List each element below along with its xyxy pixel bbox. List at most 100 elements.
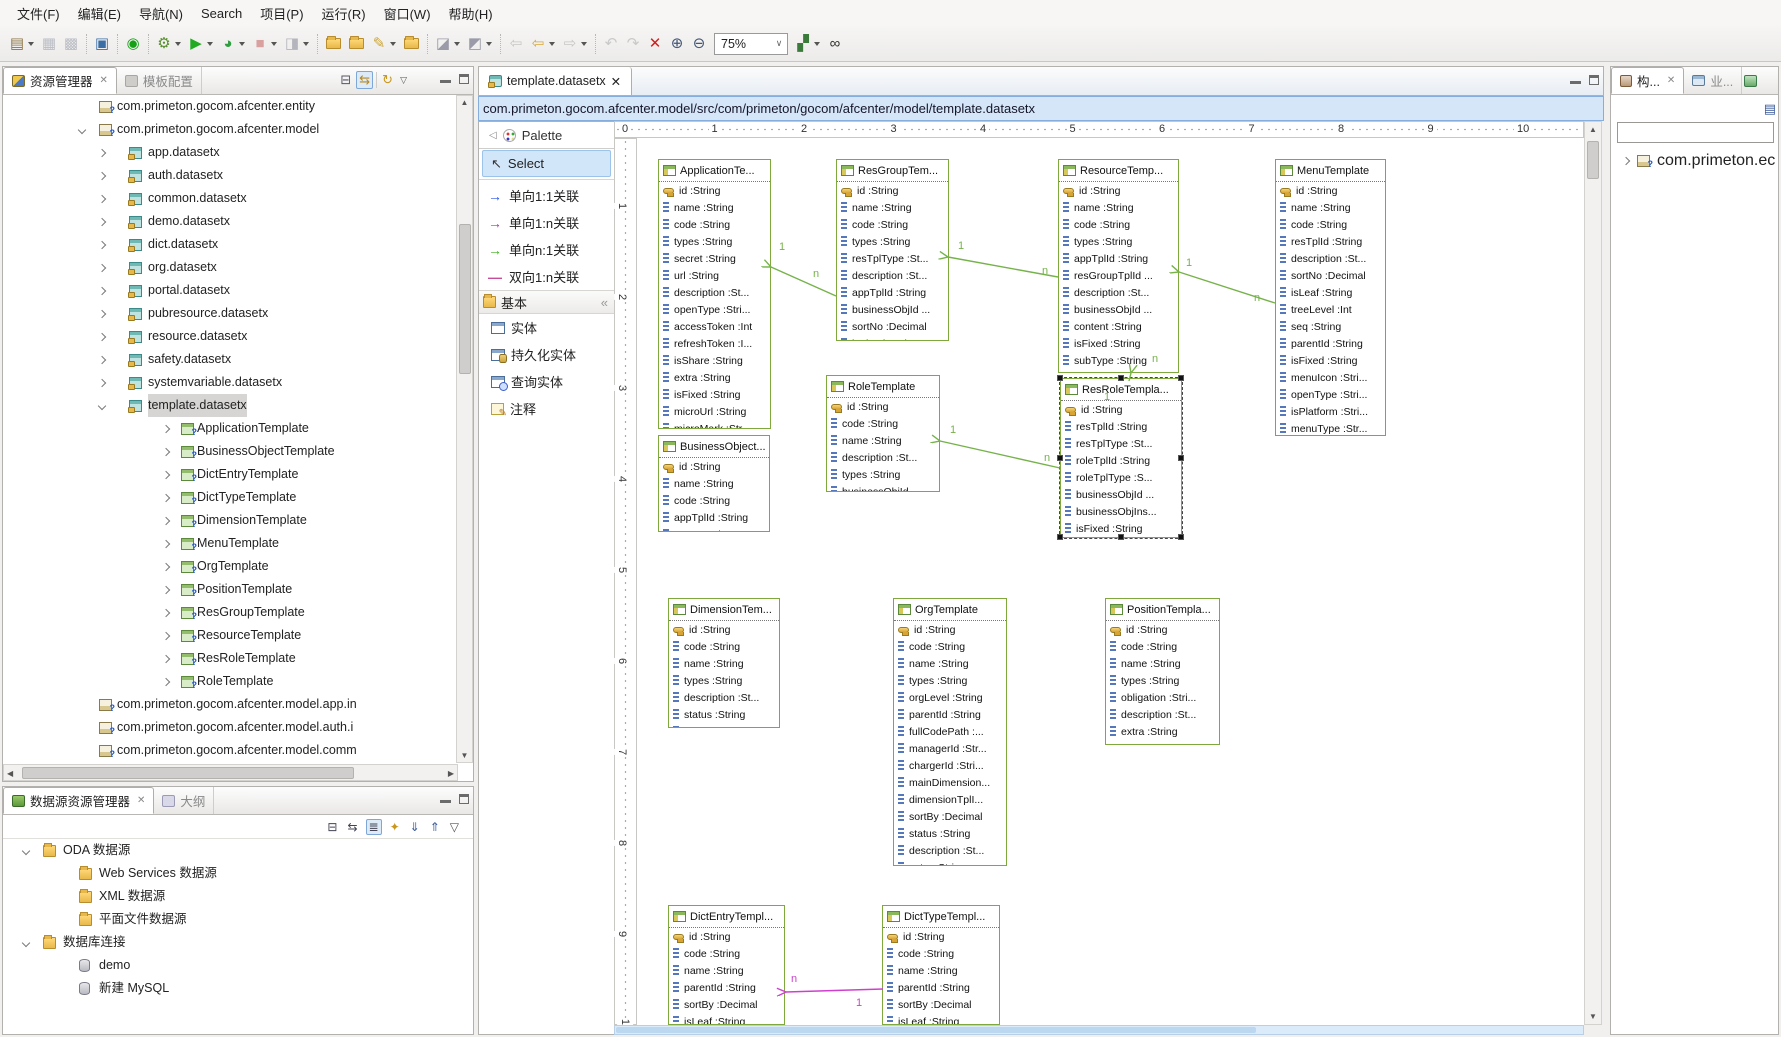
entity-attribute[interactable]: isPlatform :Stri... <box>1276 403 1385 420</box>
entity-attribute[interactable]: subType :String <box>1059 352 1178 369</box>
breadcrumb[interactable]: com.primeton.gocom.afcenter.model/src/co… <box>478 96 1604 121</box>
chevron-right-icon[interactable] <box>98 309 106 317</box>
selection-handle[interactable] <box>1178 375 1184 381</box>
datasource-item-[interactable]: 数据库连接 <box>3 931 473 954</box>
entity-attribute[interactable]: resTplType :St... <box>1061 435 1181 452</box>
entity-attribute[interactable]: types :String <box>894 672 1006 689</box>
entity-attribute[interactable]: code :String <box>659 492 769 509</box>
chevron-right-icon[interactable] <box>98 194 106 202</box>
back-button[interactable]: ⇦ <box>527 32 559 56</box>
tree-item-DimensionTemplate[interactable]: DimensionTemplate <box>3 509 455 532</box>
start-server-button[interactable]: ◉ <box>122 32 144 56</box>
entity-attribute[interactable]: resTplId :String <box>1276 233 1385 250</box>
entity-attribute[interactable]: extra :String <box>1106 723 1219 740</box>
entity-attribute[interactable]: roleTplType :S... <box>1061 469 1181 486</box>
palette-connection-tool-2[interactable]: →单向n:1关联 <box>479 236 614 263</box>
minimize-button[interactable] <box>440 794 451 803</box>
tree-item-ResRoleTemplate[interactable]: ResRoleTemplate <box>3 647 455 670</box>
entity-attribute[interactable]: name :String <box>659 199 770 216</box>
entity-header[interactable]: DictTypeTempl... <box>883 906 999 928</box>
entity-attribute[interactable]: code :String <box>894 638 1006 655</box>
entity-attribute[interactable]: openType :Stri... <box>659 301 770 318</box>
entity-attribute[interactable]: code :String <box>883 945 999 962</box>
chevron-right-icon[interactable] <box>162 677 170 685</box>
menu-item-5[interactable]: 运行(R) <box>313 1 375 26</box>
entity-DictEntryTempl[interactable]: DictEntryTempl...id :Stringcode :Stringn… <box>668 905 785 1025</box>
explorer-vscrollbar[interactable]: ▲ ▼ <box>456 95 473 763</box>
entity-attribute[interactable]: description :St... <box>1059 284 1178 301</box>
entity-attribute[interactable]: code :String <box>827 415 939 432</box>
chevron-right-icon[interactable] <box>98 240 106 248</box>
datasource-item-[interactable]: 平面文件数据源 <box>3 908 473 931</box>
entity-attribute[interactable]: accessToken :Int <box>659 318 770 335</box>
chevron-down-icon[interactable] <box>549 42 555 46</box>
tab-structure[interactable]: 构...✕ <box>1611 67 1684 94</box>
entity-attribute[interactable]: seq :String <box>1276 318 1385 335</box>
entity-attribute[interactable]: status :String <box>894 825 1006 842</box>
entity-header[interactable]: MenuTemplate <box>1276 160 1385 182</box>
entity-ResRoleTempla[interactable]: ResRoleTempla...id :StringresTplId :Stri… <box>1060 378 1182 538</box>
chevron-down-icon[interactable] <box>581 42 587 46</box>
chevron-down-icon[interactable] <box>239 42 245 46</box>
tree-item-DictTypeTemplate[interactable]: DictTypeTemplate <box>3 486 455 509</box>
entity-attribute[interactable]: resTplId :String <box>1061 418 1181 435</box>
chevron-right-icon[interactable] <box>162 447 170 455</box>
menu-item-0[interactable]: 文件(F) <box>8 1 69 26</box>
entity-attribute[interactable]: managerId :Str... <box>894 740 1006 757</box>
tab-datasource-explorer[interactable]: 数据源资源管理器✕ <box>3 787 154 814</box>
chevron-down-icon[interactable] <box>175 42 181 46</box>
chevron-down-icon[interactable] <box>271 42 277 46</box>
entity-attribute[interactable]: microMark :Str... <box>659 420 770 429</box>
chevron-right-icon[interactable] <box>98 378 106 386</box>
entity-attribute[interactable]: description :St... <box>659 284 770 301</box>
link-with-editor-icon[interactable]: ⇆ <box>356 71 373 89</box>
next-annotation-button[interactable]: ◪ <box>432 32 464 56</box>
entity-attribute[interactable]: appTplId :String <box>837 284 948 301</box>
collapse-palette-icon[interactable]: ◁ <box>489 130 497 141</box>
entity-OrgTemplate[interactable]: OrgTemplateid :Stringcode :Stringname :S… <box>893 598 1007 866</box>
entity-attribute[interactable]: parentId :String <box>894 706 1006 723</box>
entity-attribute[interactable]: businessObjIns... <box>1061 503 1181 520</box>
entity-attribute[interactable]: id :String <box>669 928 784 945</box>
entity-attribute[interactable]: description :St... <box>827 449 939 466</box>
entity-attribute[interactable]: sortNo :Decimal <box>837 318 948 335</box>
search-button[interactable]: ∞ <box>824 32 846 56</box>
entity-attribute[interactable]: name :String <box>1106 655 1219 672</box>
entity-attribute[interactable]: resTplType :St... <box>837 250 948 267</box>
entity-attribute[interactable]: isFixed :String <box>1276 352 1385 369</box>
entity-attribute[interactable]: url :String <box>659 267 770 284</box>
entity-attribute[interactable]: types :String <box>837 233 948 250</box>
view-menu-icon[interactable]: ▽ <box>398 75 409 86</box>
entity-header[interactable]: ResGroupTem... <box>837 160 948 182</box>
entity-attribute[interactable]: name :String <box>883 962 999 979</box>
entity-attribute[interactable]: code :String <box>669 638 779 655</box>
entity-attribute[interactable]: id :String <box>659 182 770 199</box>
entity-attribute[interactable]: id :String <box>837 182 948 199</box>
entity-attribute[interactable]: code :String <box>659 216 770 233</box>
entity-attribute[interactable]: parentId :String <box>883 979 999 996</box>
entity-attribute[interactable]: types :String <box>1106 672 1219 689</box>
link-editor-icon[interactable]: ⇆ <box>345 820 359 834</box>
save-all-button[interactable]: ▩ <box>60 32 82 56</box>
chevron-right-icon[interactable] <box>98 263 106 271</box>
filter-input[interactable] <box>1617 122 1774 143</box>
entity-attribute[interactable]: types :String <box>827 466 939 483</box>
refresh-icon[interactable]: ↻ <box>380 72 395 88</box>
entity-attribute[interactable]: id :String <box>659 458 769 475</box>
entity-attribute[interactable]: types :String <box>659 526 769 532</box>
entity-attribute[interactable]: menuType :Str... <box>1276 420 1385 436</box>
chevron-down-icon[interactable] <box>22 846 30 854</box>
tree-item-RoleTemplate[interactable]: RoleTemplate <box>3 670 455 693</box>
entity-attribute[interactable]: mainDimension... <box>894 774 1006 791</box>
entity-attribute[interactable]: code :String <box>1106 638 1219 655</box>
chevron-down-icon[interactable] <box>814 42 820 46</box>
entity-attribute[interactable]: description :St... <box>1276 250 1385 267</box>
close-icon[interactable]: ✕ <box>611 74 621 89</box>
export-icon[interactable]: ⇑ <box>428 820 442 834</box>
collapse-group-icon[interactable]: « <box>601 295 614 310</box>
entity-header[interactable]: RoleTemplate <box>827 376 939 398</box>
layout-button[interactable]: ▞ <box>792 32 824 56</box>
tree-item-com.primeton.gocom.afcenter.entity[interactable]: com.primeton.gocom.afcenter.entity <box>3 95 455 118</box>
entity-attribute[interactable]: parentId :String <box>1276 335 1385 352</box>
tree-item-com.primeton.gocom.afcenter.model.comm[interactable]: com.primeton.gocom.afcenter.model.comm <box>3 739 455 761</box>
